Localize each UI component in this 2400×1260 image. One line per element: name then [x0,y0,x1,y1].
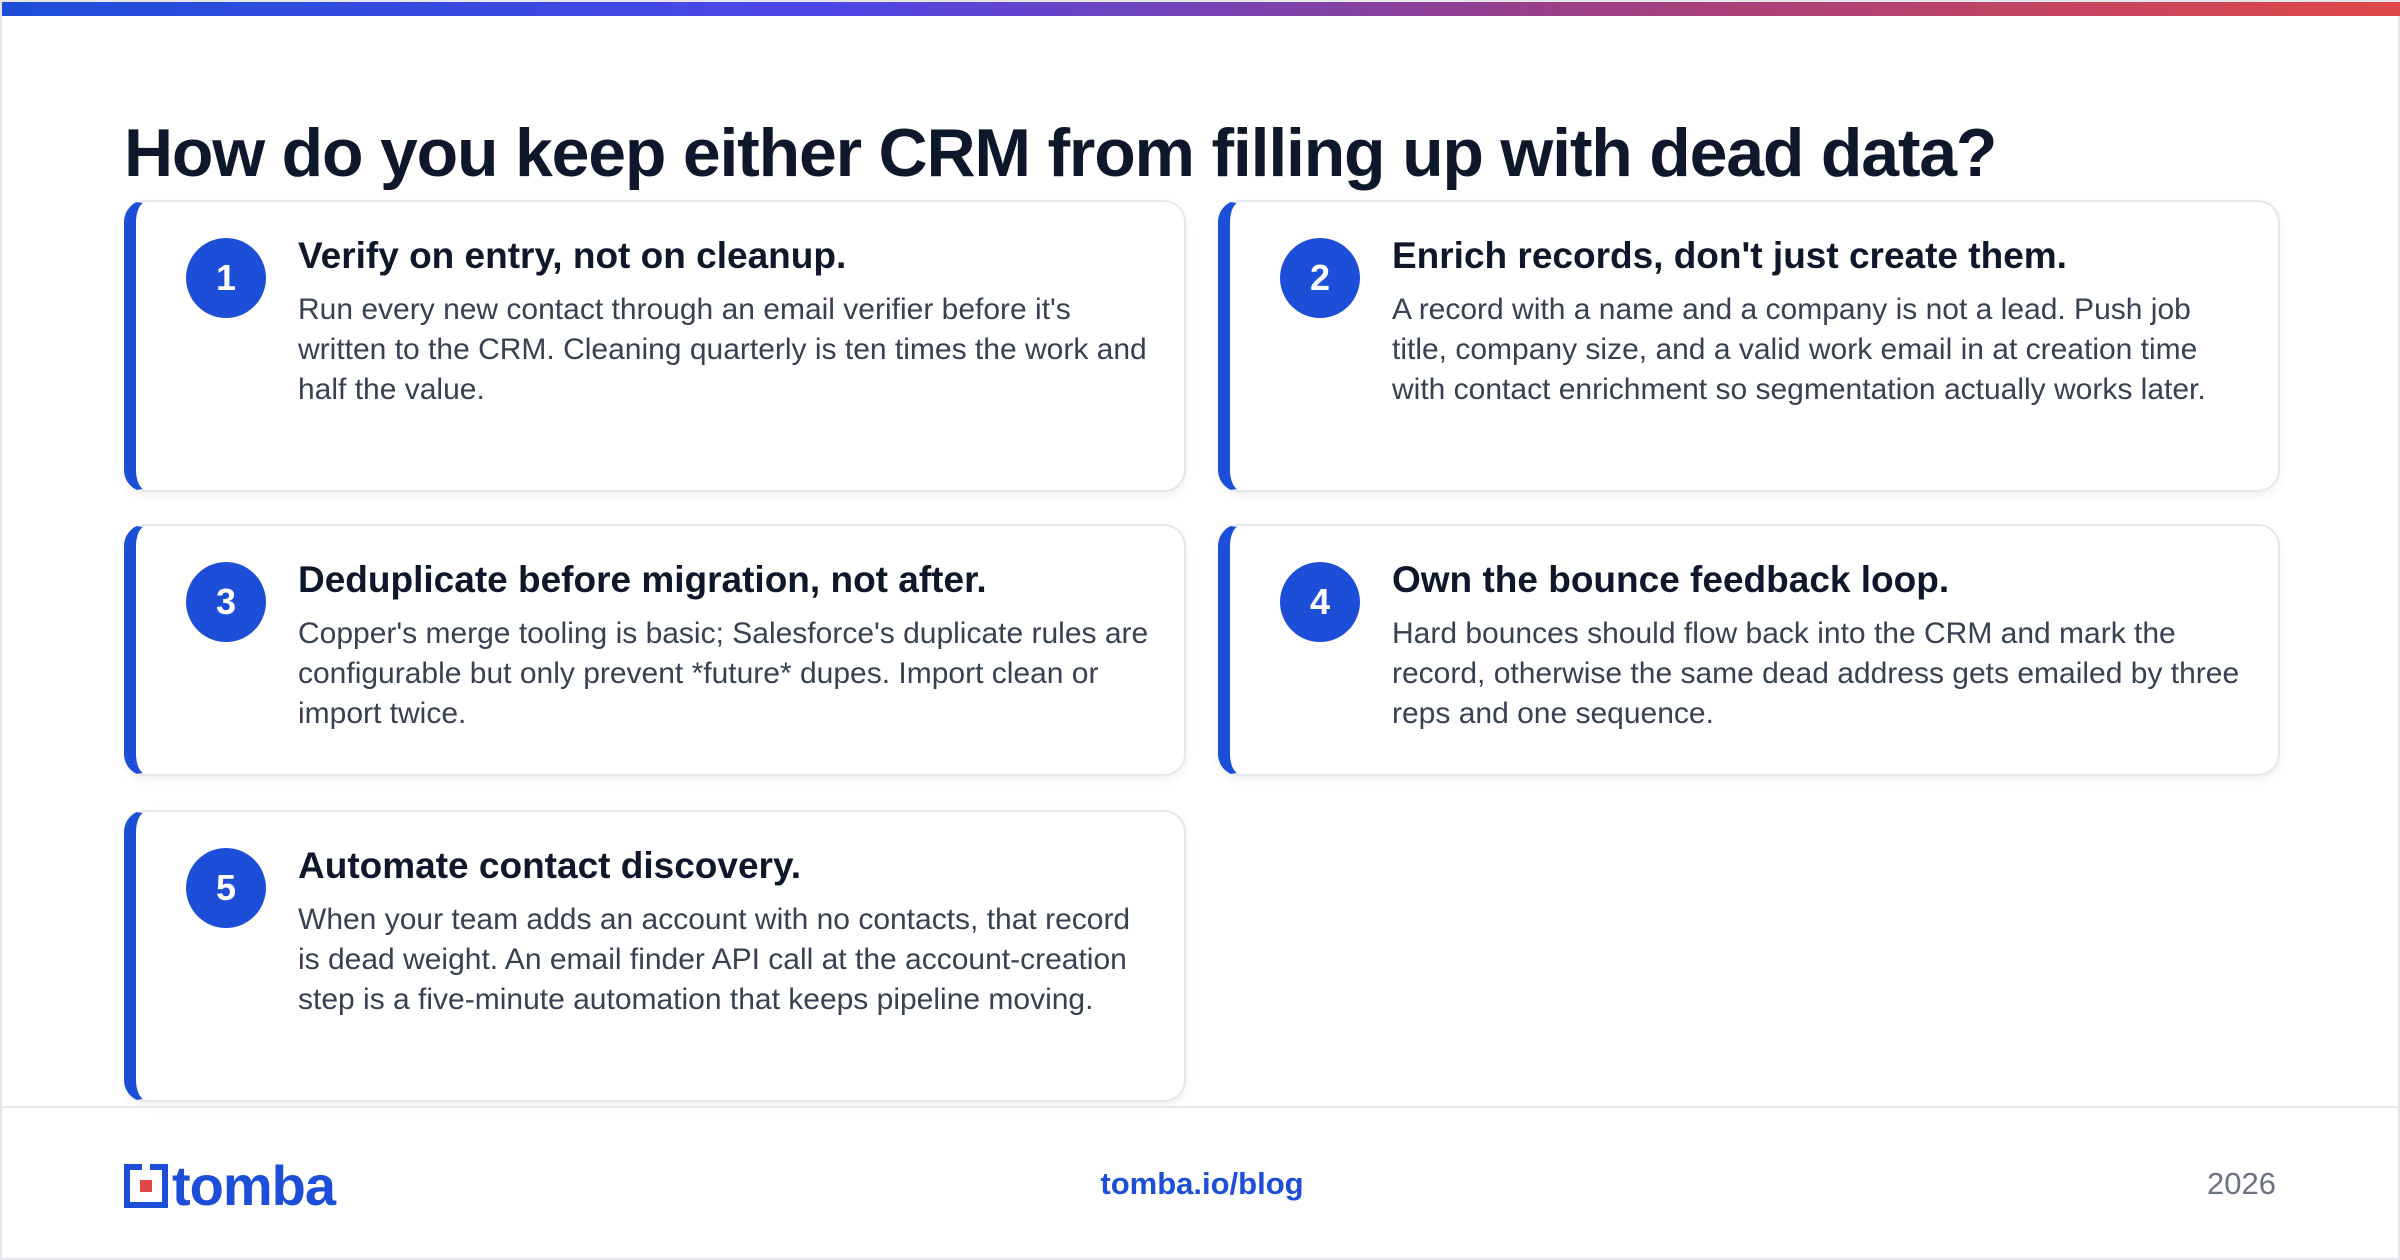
tip-number-badge: 1 [186,238,266,318]
gradient-top-bar [2,2,2400,16]
tip-body: Hard bounces should flow back into the C… [1392,617,2240,730]
tip-title: Own the bounce feedback loop. [1392,559,1950,600]
tip-title: Enrich records, don't just create them. [1392,235,2067,276]
tip-body: Run every new contact through an email v… [298,293,1147,406]
footer-year: 2026 [2207,1166,2276,1201]
tip-card-1: 1 Verify on entry, not on cleanup. Run e… [124,200,1186,492]
tip-title: Verify on entry, not on cleanup. [298,235,847,276]
tip-card-5: 5 Automate contact discovery. When your … [124,810,1186,1102]
tip-number-badge: 4 [1280,562,1360,642]
tip-title: Deduplicate before migration, not after. [298,559,987,600]
page-frame: How do you keep either CRM from filling … [0,0,2400,1260]
tip-card-2: 2 Enrich records, don't just create them… [1218,200,2280,492]
tip-number-badge: 2 [1280,238,1360,318]
tip-number-badge: 3 [186,562,266,642]
footer-divider [2,1106,2400,1108]
tip-title: Automate contact discovery. [298,845,802,886]
page-title: How do you keep either CRM from filling … [124,115,1997,191]
tip-card-3: 3 Deduplicate before migration, not afte… [124,524,1186,776]
tip-number-badge: 5 [186,848,266,928]
blog-link[interactable]: tomba.io/blog [2,1166,2400,1202]
tip-body: A record with a name and a company is no… [1392,293,2206,406]
tip-body: When your team adds an account with no c… [298,903,1131,1016]
tip-body: Copper's merge tooling is basic; Salesfo… [298,617,1149,730]
tip-card-4: 4 Own the bounce feedback loop. Hard bou… [1218,524,2280,776]
